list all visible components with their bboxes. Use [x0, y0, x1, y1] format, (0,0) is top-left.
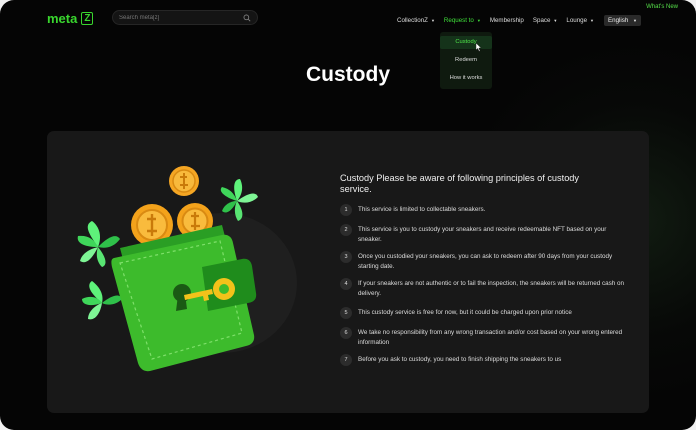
rule-number: 2 [340, 224, 352, 236]
nav-request-to-label: Request to [443, 17, 474, 24]
list-item: 2 This service is you to custody your sn… [340, 224, 628, 245]
nav-request-to[interactable]: Request to ▼ [444, 17, 481, 24]
chevron-down-icon: ▼ [553, 18, 558, 23]
search-bar[interactable] [112, 10, 258, 25]
search-icon[interactable] [243, 14, 251, 22]
nav-space-label: Space [532, 17, 551, 24]
rule-text: We take no responsibility from any wrong… [358, 329, 623, 346]
cursor-icon [476, 43, 482, 52]
language-label: English [608, 17, 629, 24]
intro-text: Custody Please be aware of following pri… [340, 173, 580, 194]
chevron-down-icon: ▼ [476, 18, 481, 23]
dropdown-item-custody[interactable]: Custody [440, 36, 492, 49]
leaf-icon [82, 281, 122, 320]
list-item: 4 If your sneakers are not authentic or … [340, 278, 628, 299]
chevron-down-icon: ▼ [633, 18, 638, 23]
list-item: 1 This service is limited to collectable… [340, 204, 628, 216]
nav-membership[interactable]: Membership [490, 17, 524, 24]
rule-number: 6 [340, 327, 352, 339]
language-selector[interactable]: English ▼ [604, 15, 642, 26]
app-window: What's New meta Z CollectionZ ▼ Request … [0, 0, 696, 430]
chevron-down-icon: ▼ [590, 18, 595, 23]
nav-lounge[interactable]: Lounge ▼ [566, 17, 594, 24]
search-input[interactable] [119, 14, 239, 21]
logo-text: meta [47, 11, 78, 26]
nav-lounge-label: Lounge [566, 17, 588, 24]
rule-text: Once you custodied your sneakers, you ca… [358, 253, 613, 270]
logo[interactable]: meta Z [47, 11, 94, 26]
rule-number: 4 [340, 278, 352, 290]
page-title: Custody [306, 63, 390, 86]
coin-icon [169, 166, 199, 196]
nav-space[interactable]: Space ▼ [533, 17, 558, 24]
whats-new-link[interactable]: What's New [646, 4, 678, 10]
rule-number: 3 [340, 251, 352, 263]
list-item: 6 We take no responsibility from any wro… [340, 327, 628, 348]
rule-number: 7 [340, 354, 352, 366]
main-nav: CollectionZ ▼ Request to ▼ Membership Sp… [397, 15, 642, 26]
rule-text: This service is you to custody your snea… [358, 226, 607, 243]
list-item: 5 This custody service is free for now, … [340, 307, 628, 319]
rule-text: Before you ask to custody, you need to f… [358, 356, 562, 363]
rule-text: If your sneakers are not authentic or to… [358, 280, 625, 297]
wallet-illustration [77, 166, 297, 372]
rule-text: This service is limited to collectable s… [358, 206, 486, 213]
rule-number: 5 [340, 307, 352, 319]
nav-collectionz[interactable]: CollectionZ ▼ [397, 17, 435, 24]
nav-membership-label: Membership [489, 17, 524, 24]
nav-collectionz-label: CollectionZ [397, 17, 428, 24]
list-item: 3 Once you custodied your sneakers, you … [340, 251, 628, 272]
list-item: 7 Before you ask to custody, you need to… [340, 354, 628, 366]
rule-text: This custody service is free for now, bu… [358, 309, 572, 316]
logo-mark: Z [81, 12, 94, 25]
chevron-down-icon: ▼ [430, 18, 435, 23]
rule-number: 1 [340, 204, 352, 216]
